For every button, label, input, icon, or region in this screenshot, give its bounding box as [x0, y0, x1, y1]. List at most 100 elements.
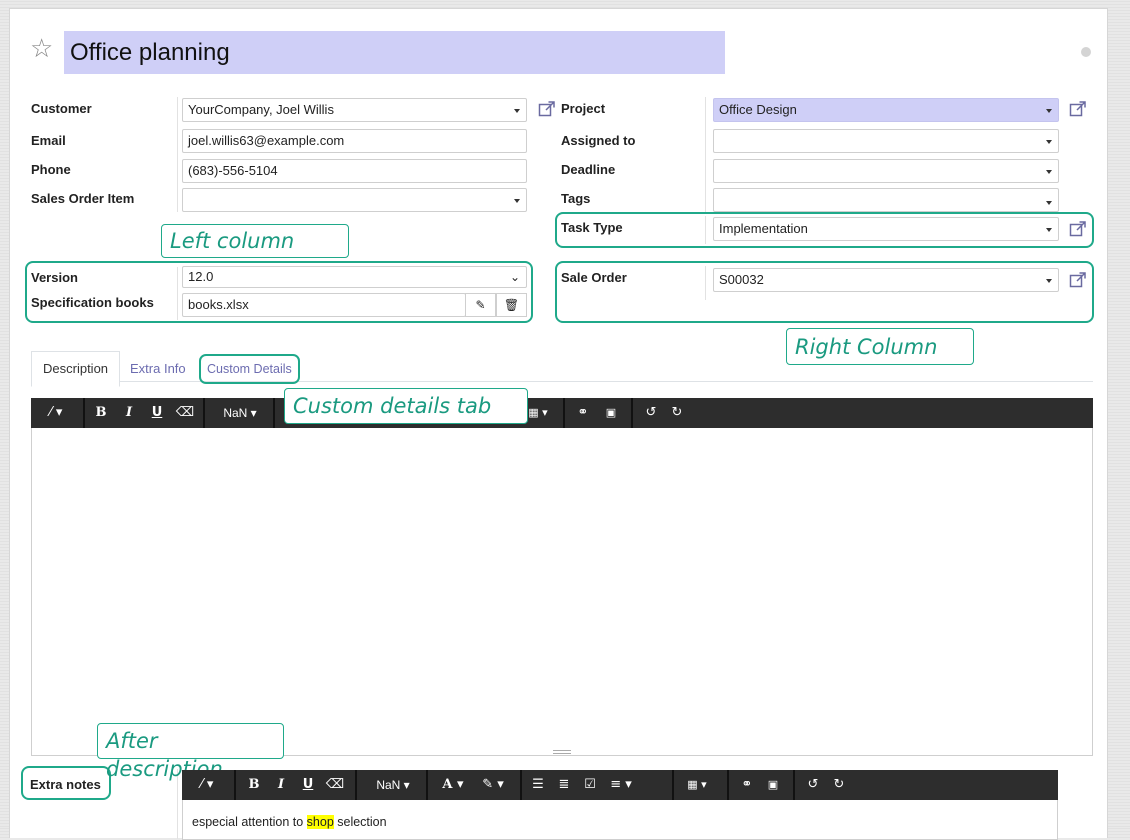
sale-order-value: S00032: [719, 272, 764, 287]
bullet-list-icon[interactable]: ☰: [528, 770, 548, 800]
email-value: joel.willis63@example.com: [188, 133, 345, 148]
sales-order-item-label: Sales Order Item: [31, 191, 135, 206]
email-field[interactable]: joel.willis63@example.com: [182, 129, 527, 153]
redo-icon[interactable]: ↻: [829, 770, 849, 800]
customer-value: YourCompany, Joel Willis: [188, 102, 334, 117]
chevron-down-icon: ⌄: [509, 270, 520, 284]
left-column-divider: [177, 97, 178, 212]
numbered-list-icon[interactable]: ≣: [554, 770, 574, 800]
delete-file-button[interactable]: 🗑: [496, 293, 527, 317]
resize-handle-icon[interactable]: [553, 750, 571, 754]
toolbar-separator: [727, 770, 729, 800]
edit-file-button[interactable]: ✎: [465, 293, 496, 317]
customer-select[interactable]: YourCompany, Joel Willis: [182, 98, 527, 122]
external-link-icon[interactable]: [1069, 100, 1087, 118]
description-editor[interactable]: [31, 398, 1093, 756]
right-column-callout: Right Column: [786, 328, 974, 365]
external-link-icon[interactable]: [1069, 220, 1087, 238]
external-link-icon[interactable]: [1069, 271, 1087, 289]
email-label: Email: [31, 133, 66, 148]
font-color-dropdown[interactable]: A ▾: [436, 770, 470, 800]
phone-field[interactable]: (683)-556-5104: [182, 159, 527, 183]
chevron-down-icon: [1046, 109, 1052, 113]
tags-select[interactable]: [713, 188, 1059, 212]
chevron-down-icon: [1046, 228, 1052, 232]
toolbar-separator: [203, 398, 205, 428]
font-size-dropdown[interactable]: NaN ▾: [215, 398, 265, 428]
font-size-value: NaN: [223, 406, 248, 420]
checklist-icon[interactable]: ☑: [580, 770, 600, 800]
tab-description[interactable]: Description: [31, 351, 121, 387]
after-description-callout: After description: [97, 723, 284, 781]
eraser-icon[interactable]: ⌫: [175, 398, 195, 428]
sale-order-select[interactable]: S00032: [713, 268, 1059, 292]
right-column-divider: [705, 97, 706, 212]
task-type-value: Implementation: [719, 221, 808, 236]
toolbar-separator: [672, 770, 674, 800]
redo-icon[interactable]: ↻: [667, 398, 687, 428]
link-icon[interactable]: ⚭: [737, 770, 757, 800]
italic-button[interactable]: I: [271, 770, 291, 800]
table-icon[interactable]: ▦ ▾: [682, 770, 712, 800]
toolbar-separator: [520, 770, 522, 800]
chevron-down-icon: [514, 109, 520, 113]
specification-books-label: Specification books: [31, 295, 154, 310]
toolbar-separator: [234, 770, 236, 800]
toolbar-separator: [273, 398, 275, 428]
left-group-divider: [177, 267, 178, 320]
favorite-star-icon[interactable]: ☆: [30, 36, 53, 62]
toolbar-separator: [631, 398, 633, 428]
specification-books-field[interactable]: books.xlsx: [182, 293, 466, 317]
bold-button[interactable]: B: [244, 770, 264, 800]
tags-label: Tags: [561, 191, 591, 206]
magic-wand-icon[interactable]: ⁄ ▾: [192, 770, 222, 800]
font-size-dropdown[interactable]: NaN ▾: [368, 770, 418, 800]
version-label: Version: [31, 270, 78, 285]
toolbar-separator: [793, 770, 795, 800]
toolbar-separator: [563, 398, 565, 428]
external-link-icon[interactable]: [538, 100, 556, 118]
status-dot-icon[interactable]: [1081, 47, 1091, 57]
eraser-icon[interactable]: ⌫: [325, 770, 345, 800]
project-select[interactable]: Office Design: [713, 98, 1059, 122]
extra-notes-toolbar: ⁄ ▾ B I U ⌫ NaN ▾ A ▾ ✎ ▾ ☰ ≣ ☑ ≡ ▾ ▦ ▾ …: [182, 770, 1058, 800]
underline-button[interactable]: U: [298, 770, 318, 800]
link-icon[interactable]: ⚭: [573, 398, 593, 428]
paintbrush-icon[interactable]: ✎ ▾: [478, 770, 508, 800]
version-select[interactable]: 12.0 ⌄: [182, 266, 527, 288]
assigned-to-select[interactable]: [713, 129, 1059, 153]
tab-extra-info[interactable]: Extra Info: [130, 361, 186, 377]
italic-button[interactable]: I: [119, 398, 139, 428]
image-icon[interactable]: ▣: [601, 398, 621, 428]
task-type-divider: [705, 216, 706, 244]
custom-details-callout: Custom details tab: [284, 388, 528, 424]
project-label: Project: [561, 101, 606, 116]
chevron-down-icon: [1046, 140, 1052, 144]
deadline-field[interactable]: [713, 159, 1059, 183]
task-type-label: Task Type: [561, 220, 623, 235]
sale-order-label: Sale Order: [561, 270, 627, 285]
magic-wand-icon[interactable]: ⁄ ▾: [41, 398, 71, 428]
font-color-value: A: [442, 777, 453, 792]
underline-button[interactable]: U: [147, 398, 167, 428]
tab-custom-details[interactable]: Custom Details: [199, 354, 300, 384]
image-icon[interactable]: ▣: [763, 770, 783, 800]
phone-value: (683)-556-5104: [188, 163, 278, 178]
undo-icon[interactable]: ↺: [803, 770, 823, 800]
record-title-field[interactable]: Office planning: [64, 31, 725, 74]
chevron-down-icon: [1046, 279, 1052, 283]
specification-books-value: books.xlsx: [188, 297, 249, 312]
task-type-select[interactable]: Implementation: [713, 217, 1059, 241]
description-toolbar: ⁄ ▾ B I U ⌫ NaN ▾ ▦ ▾ ⚭ ▣ ↺ ↻: [31, 398, 1093, 428]
bold-button[interactable]: B: [91, 398, 111, 428]
undo-icon[interactable]: ↺: [641, 398, 661, 428]
align-icon[interactable]: ≡ ▾: [606, 770, 636, 800]
tabs-underline: [31, 381, 1093, 382]
sales-order-item-select[interactable]: [182, 188, 527, 212]
trash-icon: 🗑: [503, 298, 520, 312]
toolbar-separator: [83, 398, 85, 428]
version-value: 12.0: [188, 269, 214, 284]
deadline-label: Deadline: [561, 162, 616, 177]
project-value: Office Design: [719, 102, 797, 117]
font-size-value: NaN: [376, 778, 401, 792]
